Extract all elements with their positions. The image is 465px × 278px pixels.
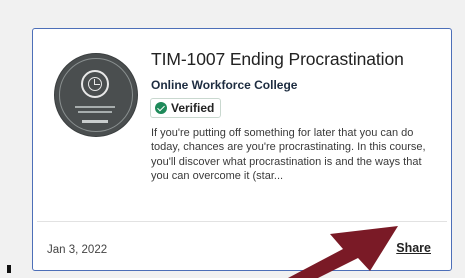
course-title[interactable]: TIM-1007 Ending Procrastination	[151, 49, 404, 70]
check-circle-icon	[155, 102, 167, 114]
course-description: If you're putting off something for late…	[151, 127, 426, 183]
verified-label: Verified	[171, 101, 215, 115]
share-link[interactable]: Share	[396, 241, 431, 255]
divider	[37, 221, 447, 222]
clock-icon	[81, 70, 109, 98]
course-card[interactable]: TIM-1007 Ending Procrastination Online W…	[32, 28, 452, 271]
course-badge-image	[54, 53, 138, 137]
badge-caption-line	[75, 106, 115, 108]
edge-mark	[7, 265, 11, 273]
badge-caption-line	[78, 111, 112, 113]
organization-name: Online Workforce College	[151, 78, 298, 92]
verified-badge: Verified	[150, 98, 222, 118]
issue-date: Jan 3, 2022	[47, 244, 108, 256]
badge-logo	[82, 120, 108, 123]
